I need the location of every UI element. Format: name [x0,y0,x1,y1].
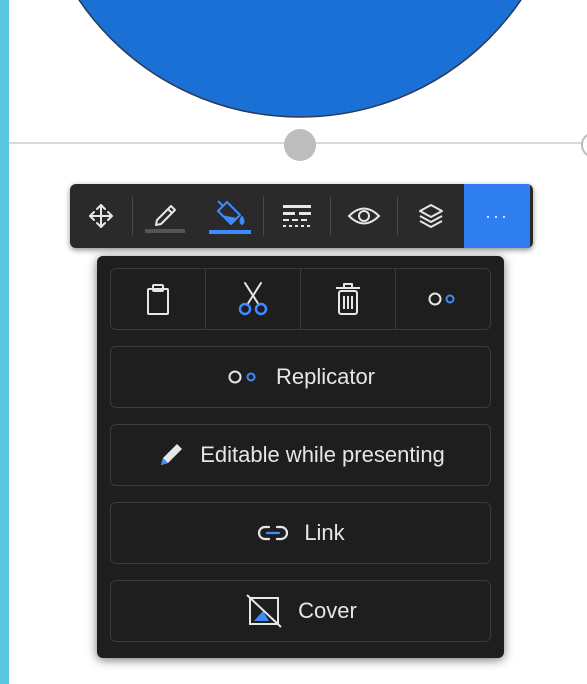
fill-color-icon [209,200,251,234]
paste-button[interactable] [111,269,206,329]
editable-while-presenting-button[interactable]: Editable while presenting [110,424,491,486]
link-label: Link [304,520,345,545]
layers-button[interactable] [398,184,464,248]
cut-button[interactable] [206,269,301,329]
line-style-icon [283,205,311,227]
editable-while-presenting-label: Editable while presenting [200,442,445,467]
more-options-button[interactable]: ··· [464,184,530,248]
layers-icon [419,204,443,228]
replicator-quick-button[interactable] [396,269,490,329]
delete-button[interactable] [301,269,396,329]
cover-button[interactable]: Cover [110,580,491,642]
shape-toolbar: ··· [70,184,533,248]
selection-handle[interactable] [284,129,316,161]
cover-label: Cover [298,598,357,623]
edge-handle[interactable] [581,132,587,158]
pencil-icon [161,444,183,465]
visibility-button[interactable] [331,184,397,248]
replicator-label: Replicator [275,364,376,389]
move-icon [89,204,113,228]
move-button[interactable] [70,184,132,248]
replicator-icon [428,292,455,306]
pen-color-icon [145,205,185,233]
circle-shape[interactable] [0,0,587,130]
replicator-button[interactable]: Replicator [110,346,491,408]
trash-icon [336,283,360,315]
pen-color-button[interactable] [133,184,197,248]
replicator-icon [228,370,256,384]
link-button[interactable]: Link [110,502,491,564]
line-style-button[interactable] [264,184,330,248]
fill-color-button[interactable] [197,184,263,248]
scissors-icon [238,282,268,316]
quick-actions-row [110,268,491,330]
eye-icon [347,207,381,225]
link-icon [258,525,289,541]
more-icon: ··· [485,205,509,226]
more-options-menu: Replicator Editable while presenting Lin… [97,256,504,658]
clipboard-icon [147,284,169,315]
cover-icon [246,594,282,628]
